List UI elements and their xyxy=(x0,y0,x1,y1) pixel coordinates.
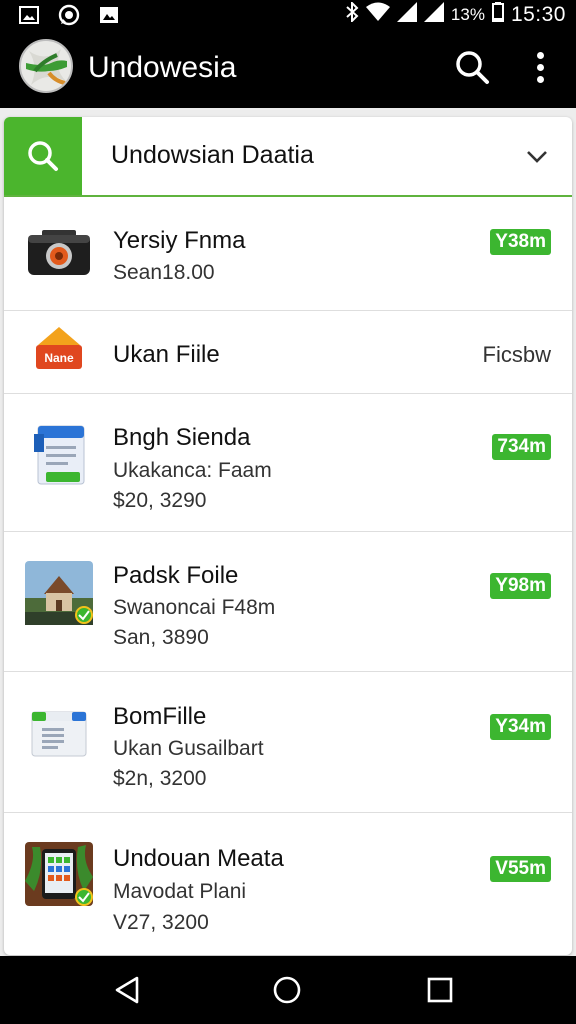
item-subtitle: Swanoncai F48m xyxy=(113,596,276,619)
navigation-bar xyxy=(0,956,576,1024)
selector-search-button[interactable] xyxy=(4,117,82,195)
item-title: Ukan Fiile xyxy=(113,341,220,368)
chevron-down-icon[interactable] xyxy=(524,143,550,169)
size-badge: V55m xyxy=(490,856,551,882)
item-title: Bngh Sienda xyxy=(113,424,251,451)
list-item[interactable]: Undouan Meata Mavodat Plani V27, 3200 V5… xyxy=(4,813,572,955)
battery-percent: 13% xyxy=(450,5,485,24)
tablet-photo-icon xyxy=(24,841,94,907)
doc-window-icon xyxy=(24,702,94,768)
more-vert-icon[interactable] xyxy=(520,47,560,87)
app-logo xyxy=(19,39,73,93)
selector-label: Undowsian Daatia xyxy=(111,141,314,169)
size-badge: Y98m xyxy=(490,573,551,599)
item-subtitle: Ukakanca: Faam xyxy=(113,459,272,482)
item-price: $20, 3290 xyxy=(113,489,207,512)
whatsapp-icon xyxy=(58,4,80,26)
photo-icon xyxy=(98,5,120,25)
item-title: BomFille xyxy=(113,703,207,730)
size-badge: Y34m xyxy=(490,714,551,740)
list-item[interactable]: Padsk Foile Swanoncai F48m San, 3890 Y98… xyxy=(4,532,572,672)
dataset-selector[interactable]: Undowsian Daatia xyxy=(4,117,572,197)
back-icon[interactable] xyxy=(108,970,148,1010)
item-right-text: Ficsbw xyxy=(482,342,551,367)
list-item[interactable]: Nane Ukan Fiile Ficsbw xyxy=(4,311,572,394)
item-subtitle: Ukan Gusailbart xyxy=(113,737,264,760)
size-badge: Y38m xyxy=(490,229,551,255)
app-bar: Undowesia xyxy=(0,30,576,108)
signal-icon xyxy=(423,2,444,28)
home-icon[interactable] xyxy=(267,970,307,1010)
signal-icon xyxy=(396,2,417,28)
bluetooth-icon xyxy=(345,0,359,28)
camera-icon xyxy=(24,220,94,286)
icon-label: Nane xyxy=(44,351,74,365)
clock: 15:30 xyxy=(510,3,566,26)
list-item[interactable]: Yersiy Fnma Sean18.00 Y38m xyxy=(4,197,572,311)
item-price: $2n, 3200 xyxy=(113,767,207,790)
search-icon[interactable] xyxy=(452,47,492,87)
wifi-icon xyxy=(365,2,390,28)
app-title: Undowesia xyxy=(88,51,237,84)
item-price: San, 3890 xyxy=(113,626,209,649)
image-icon xyxy=(18,5,40,25)
battery-icon xyxy=(491,2,504,28)
size-badge: 734m xyxy=(492,434,551,460)
item-subtitle: Sean18.00 xyxy=(113,261,215,284)
item-title: Yersiy Fnma xyxy=(113,227,246,254)
house-photo-icon xyxy=(24,560,94,626)
content-card: Undowsian Daatia Yersiy Fnma Sean18.00 Y… xyxy=(4,117,572,955)
item-title: Undouan Meata xyxy=(113,845,284,872)
list-item[interactable]: Bngh Sienda Ukakanca: Faam $20, 3290 734… xyxy=(4,394,572,532)
document-icon xyxy=(24,424,94,490)
search-icon xyxy=(28,141,58,171)
status-bar: 13% 15:30 xyxy=(0,0,576,30)
recents-icon[interactable] xyxy=(420,970,460,1010)
item-price: V27, 3200 xyxy=(113,911,209,934)
none-folder-icon: Nane xyxy=(24,321,94,387)
item-subtitle: Mavodat Plani xyxy=(113,880,247,903)
item-title: Padsk Foile xyxy=(113,562,239,589)
list-item[interactable]: BomFille Ukan Gusailbart $2n, 3200 Y34m xyxy=(4,672,572,813)
